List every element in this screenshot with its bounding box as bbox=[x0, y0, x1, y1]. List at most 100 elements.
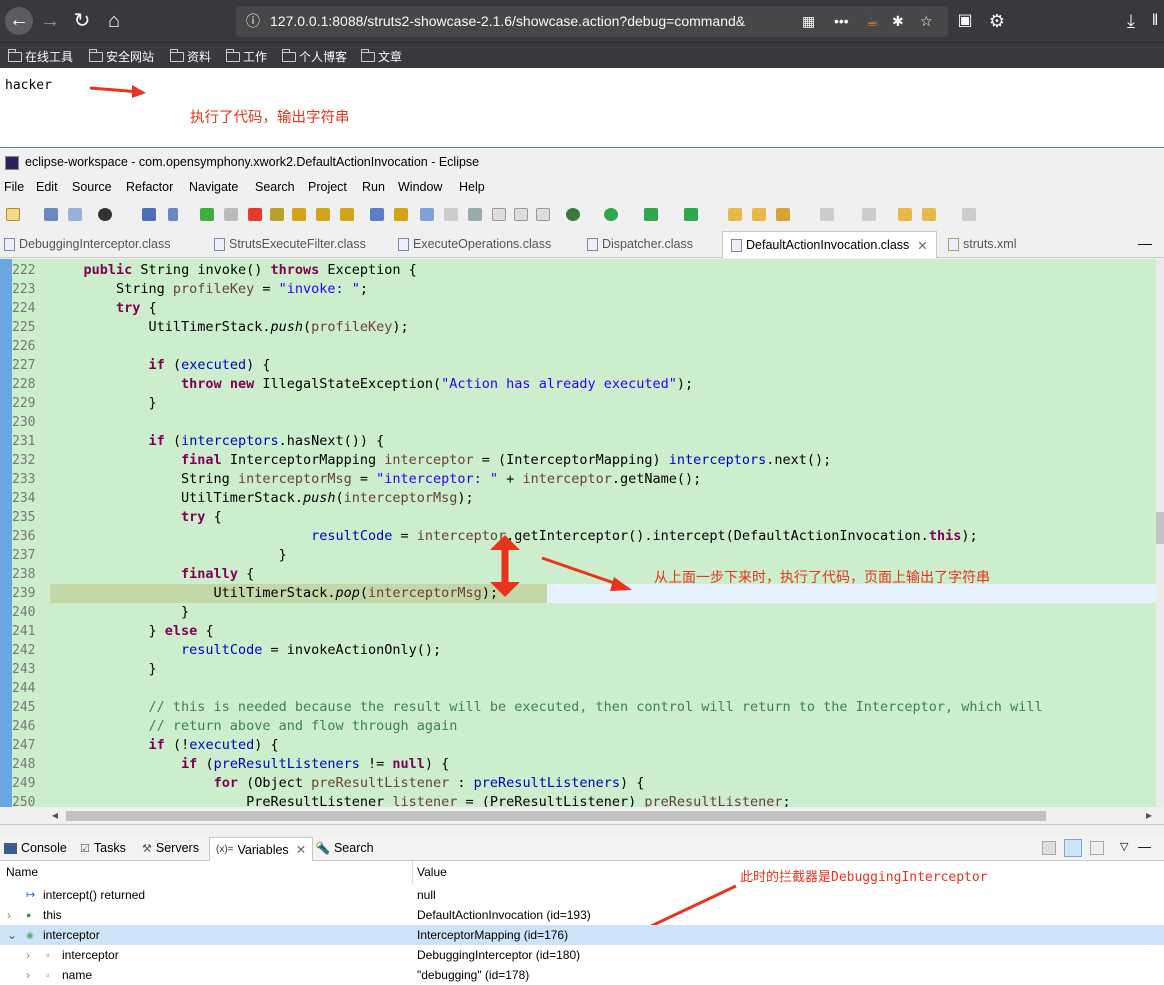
forward-icon[interactable]: → bbox=[35, 6, 65, 36]
library-icon[interactable]: ‖ bbox=[1140, 6, 1164, 36]
external-tools-icon[interactable] bbox=[684, 208, 698, 221]
expand-icon[interactable]: › bbox=[7, 905, 11, 925]
collapse-all-icon[interactable] bbox=[1042, 841, 1056, 855]
url-bar[interactable]: ⓘ 127.0.0.1:8088/struts2-showcase-2.1.6/… bbox=[236, 6, 948, 37]
layout-icon[interactable] bbox=[1090, 841, 1104, 855]
save-all-icon[interactable] bbox=[68, 208, 82, 221]
bookmark-item[interactable]: 安全网站 bbox=[89, 48, 154, 65]
forward-nav-icon[interactable] bbox=[962, 208, 976, 221]
qr-icon[interactable]: ▦ bbox=[802, 6, 815, 37]
tab-defaultactioninvocation[interactable]: DefaultActionInvocation.class ✕ bbox=[722, 231, 937, 258]
tab-struts-xml[interactable]: struts.xml bbox=[948, 237, 1016, 251]
back-icon[interactable]: ← bbox=[5, 7, 33, 35]
menu-run[interactable]: Run bbox=[362, 180, 385, 194]
breakpoint-ruler[interactable] bbox=[0, 259, 12, 807]
minimize-icon[interactable]: — bbox=[1138, 839, 1151, 854]
editor-horizontal-scrollbar[interactable]: ◂ ▸ bbox=[0, 807, 1164, 825]
tab-executeoperations[interactable]: ExecuteOperations.class bbox=[398, 237, 551, 251]
view-menu-icon[interactable]: ▽ bbox=[1120, 840, 1128, 853]
search-icon[interactable] bbox=[776, 208, 790, 221]
bookmark-item[interactable]: 文章 bbox=[361, 48, 402, 65]
scroll-left-icon[interactable]: ◂ bbox=[52, 808, 58, 822]
home-icon[interactable]: ⌂ bbox=[99, 6, 129, 36]
tab-strutsexecutefilter[interactable]: StrutsExecuteFilter.class bbox=[214, 237, 366, 251]
variable-row-selected[interactable]: ⌄ ◉ interceptor InterceptorMapping (id=1… bbox=[0, 925, 1164, 945]
scroll-thumb[interactable] bbox=[1156, 512, 1164, 544]
url-text[interactable]: 127.0.0.1:8088/struts2-showcase-2.1.6/sh… bbox=[270, 6, 818, 37]
display-icon[interactable] bbox=[444, 208, 458, 221]
show-type-names-icon[interactable] bbox=[1064, 839, 1082, 857]
hierarchy-icon[interactable] bbox=[514, 208, 528, 221]
save-icon[interactable] bbox=[44, 208, 58, 221]
outline-icon[interactable] bbox=[492, 208, 506, 221]
variable-row[interactable]: › ▫ name "debugging" (id=178) bbox=[0, 965, 1164, 985]
variable-row[interactable]: › ▫ interceptor DebuggingInterceptor (id… bbox=[0, 945, 1164, 965]
prev-annotation-icon[interactable] bbox=[862, 208, 876, 221]
bookmark-item[interactable]: 工作 bbox=[226, 48, 267, 65]
skip-breakpoints-icon[interactable] bbox=[168, 208, 178, 221]
bookmark-item[interactable]: 在线工具 bbox=[8, 48, 73, 65]
step-over-icon[interactable] bbox=[316, 208, 330, 221]
tab-servers[interactable]: ⚒ Servers bbox=[142, 841, 199, 855]
java-icon[interactable]: ☕ bbox=[866, 6, 879, 37]
drop-frame-icon[interactable] bbox=[370, 208, 384, 221]
editor-vertical-scrollbar[interactable] bbox=[1156, 259, 1164, 807]
step-return-icon[interactable] bbox=[340, 208, 354, 221]
tab-variables[interactable]: (x)= Variables ✕ bbox=[209, 837, 314, 861]
menu-window[interactable]: Window bbox=[398, 180, 442, 194]
console-icon[interactable] bbox=[142, 208, 156, 221]
last-edit-icon[interactable] bbox=[898, 208, 912, 221]
bookmark-star-icon[interactable]: ☆ bbox=[920, 6, 933, 37]
debug-icon[interactable] bbox=[566, 208, 580, 221]
profile-icon[interactable] bbox=[98, 208, 112, 221]
tab-search[interactable]: 🔦 Search bbox=[315, 841, 374, 855]
disconnect-icon[interactable] bbox=[270, 208, 284, 221]
tab-debugginginterceptor[interactable]: DebuggingInterceptor.class bbox=[4, 237, 170, 251]
open-type-icon[interactable] bbox=[728, 208, 742, 221]
run-icon[interactable] bbox=[604, 208, 618, 221]
info-icon[interactable]: ⓘ bbox=[246, 6, 260, 37]
menu-source[interactable]: Source bbox=[72, 180, 112, 194]
step-filter-icon[interactable] bbox=[394, 208, 408, 221]
scroll-right-icon[interactable]: ▸ bbox=[1146, 808, 1152, 822]
expand-icon[interactable]: › bbox=[26, 965, 30, 985]
open-task-icon[interactable] bbox=[752, 208, 766, 221]
minimize-icon[interactable]: — bbox=[1138, 235, 1152, 251]
coverage-icon[interactable] bbox=[644, 208, 658, 221]
variable-row[interactable]: › ● this DefaultActionInvocation (id=193… bbox=[0, 905, 1164, 925]
mark-icon[interactable] bbox=[536, 208, 550, 221]
tab-tasks[interactable]: ☑ Tasks bbox=[80, 841, 126, 855]
variable-row[interactable]: ↦ intercept() returned null bbox=[0, 885, 1164, 905]
menu-help[interactable]: Help bbox=[459, 180, 485, 194]
inspect-icon[interactable] bbox=[420, 208, 434, 221]
more-icon[interactable]: ••• bbox=[834, 6, 849, 37]
code-editor[interactable]: 222 223 224 225 226 227 228 229 230 231 … bbox=[0, 259, 1156, 807]
suspend-icon[interactable] bbox=[224, 208, 238, 221]
close-icon[interactable]: ✕ bbox=[296, 842, 306, 857]
next-annotation-icon[interactable] bbox=[820, 208, 834, 221]
close-icon[interactable]: ✕ bbox=[917, 238, 927, 253]
back-nav-icon[interactable] bbox=[922, 208, 936, 221]
bug-icon[interactable]: ✱ bbox=[892, 6, 904, 37]
menu-search[interactable]: Search bbox=[255, 180, 295, 194]
collapse-icon[interactable]: ⌄ bbox=[7, 925, 17, 945]
new-icon[interactable] bbox=[6, 208, 20, 221]
watch-icon[interactable] bbox=[468, 208, 482, 221]
menu-navigate[interactable]: Navigate bbox=[189, 180, 238, 194]
scroll-thumb[interactable] bbox=[66, 811, 1046, 821]
column-header-name[interactable]: Name bbox=[6, 865, 38, 879]
menu-file[interactable]: File bbox=[4, 180, 24, 194]
tab-dispatcher[interactable]: Dispatcher.class bbox=[587, 237, 693, 251]
bookmark-item[interactable]: 个人博客 bbox=[282, 48, 347, 65]
reader-icon[interactable]: ▣ bbox=[950, 6, 980, 36]
expand-icon[interactable]: › bbox=[26, 945, 30, 965]
bookmark-item[interactable]: 资料 bbox=[170, 48, 211, 65]
column-header-value[interactable]: Value bbox=[417, 865, 447, 879]
reload-icon[interactable]: ↻ bbox=[67, 6, 97, 36]
resume-icon[interactable] bbox=[200, 208, 214, 221]
terminate-icon[interactable] bbox=[248, 208, 262, 221]
menu-project[interactable]: Project bbox=[308, 180, 347, 194]
tab-console[interactable]: Console bbox=[4, 841, 67, 855]
menu-refactor[interactable]: Refactor bbox=[126, 180, 173, 194]
menu-edit[interactable]: Edit bbox=[36, 180, 58, 194]
